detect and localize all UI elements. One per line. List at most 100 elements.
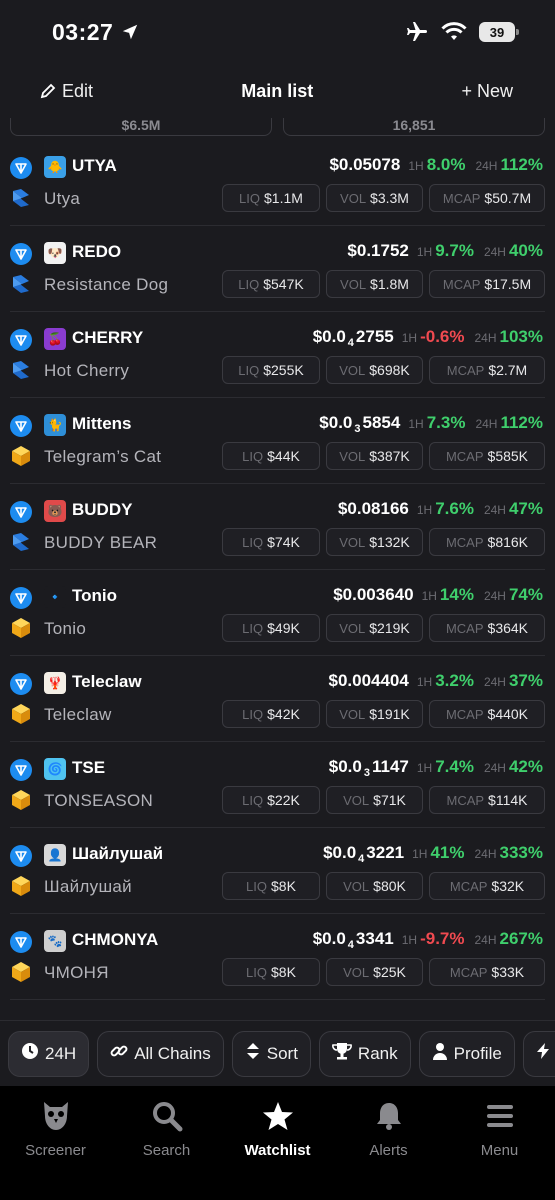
bolt-icon (536, 1042, 550, 1065)
battery-level: 39 (489, 24, 505, 40)
change-1h: 14% (439, 585, 474, 604)
token-logo-icon: 🐾 (44, 930, 66, 952)
volume-value: $25K (373, 964, 406, 980)
token-symbol: Tonio (72, 586, 117, 605)
volume-label: VOL (339, 620, 366, 636)
volume-pill: VOL $191K (326, 700, 423, 728)
token-price-change: $0.003640 1H 14% 24H 74% (333, 585, 543, 605)
liquidity-pill: LIQ $1.1M (222, 184, 320, 212)
volume-pill: VOL $1.8M (326, 270, 423, 298)
price-main: $0.0 (328, 757, 362, 776)
nav-alerts[interactable]: Alerts (333, 1100, 444, 1200)
liquidity-value: $42K (267, 706, 300, 722)
swap-dex-icon (10, 531, 32, 553)
liquidity-label: LIQ (246, 964, 268, 980)
volume-pill: VOL $3.3M (326, 184, 423, 212)
h24-label: 24H (475, 417, 498, 431)
price-digits: 1147 (371, 757, 409, 776)
edit-button[interactable]: Edit (40, 81, 93, 102)
filter-link-button[interactable]: All Chains (97, 1030, 224, 1077)
token-row[interactable]: 🌀 TSE TONSEASON $0.0 3 1147 1H 7.4% 24H 42% LIQ $22… (10, 742, 545, 828)
market-cap-value: $33K (491, 964, 525, 980)
nav-menu[interactable]: Menu (444, 1100, 555, 1200)
liquidity-label: LIQ (242, 448, 264, 464)
liquidity-value: $8K (271, 878, 296, 894)
market-cap-value: $2.7M (488, 362, 528, 378)
nav-label: Screener (25, 1142, 86, 1159)
change-1h: 7.6% (435, 499, 474, 518)
airplane-mode-icon (407, 22, 427, 41)
market-cap-label: MCAP (449, 878, 488, 894)
volume-label: VOL (339, 534, 366, 550)
liquidity-pill: LIQ $44K (222, 442, 320, 470)
liquidity-value: $74K (267, 534, 300, 550)
filter-bolt-button[interactable]: Bo (522, 1030, 555, 1077)
price-main: $0.004404 (328, 671, 409, 690)
location-arrow-icon (123, 24, 138, 40)
volume-pill: VOL $71K (326, 786, 423, 814)
ton-chain-icon (10, 759, 32, 781)
filter-label: 24H (45, 1043, 77, 1063)
liquidity-pill: LIQ $74K (222, 528, 320, 556)
ton-chain-icon (10, 243, 32, 265)
swap-dex-icon (10, 359, 32, 381)
token-symbol: TSE (72, 758, 106, 777)
token-symbol: Шайлушай (72, 844, 164, 863)
price-main: $0.05078 (329, 155, 401, 174)
market-cap-pill: MCAP $33K (429, 958, 545, 986)
token-price: $0.0 3 5854 (319, 413, 400, 435)
market-cap-value: $364K (487, 620, 529, 636)
change-24h: 112% (500, 413, 543, 432)
token-row[interactable]: 🐈 Mittens Telegram’s Cat $0.0 3 5854 1H 7.3% 24H… (10, 398, 545, 484)
token-logo-icon: 🌀 (44, 758, 66, 780)
token-row[interactable]: 🐾 CHMONYA ЧМОНЯ $0.0 4 3341 1H -9.7% 24H 267% LIQ $… (10, 914, 545, 1000)
liquidity-value: $255K (263, 362, 304, 378)
token-logo-icon: 🔹 (44, 586, 66, 608)
token-logo-icon: 🐈 (44, 414, 66, 436)
wifi-icon (441, 22, 467, 40)
filter-sort-button[interactable]: Sort (231, 1030, 311, 1077)
token-row[interactable]: 🐶 REDO Resistance Dog $0.1752 1H 9.7% 24H 40% LI… (10, 226, 545, 312)
nav-label: Alerts (369, 1142, 408, 1159)
token-price-change: $0.1752 1H 9.7% 24H 40% (347, 241, 543, 261)
change-24h: 112% (500, 155, 543, 174)
filter-trophy-button[interactable]: Rank (318, 1030, 411, 1077)
liquidity-label: LIQ (238, 276, 260, 292)
nav-screener[interactable]: Screener (0, 1100, 111, 1200)
nav-label: Menu (480, 1142, 519, 1159)
token-logo-icon: 🍒 (44, 328, 66, 350)
volume-label: VOL (339, 362, 366, 378)
nav-search[interactable]: Search (111, 1100, 222, 1200)
token-row[interactable]: 🐥 UTYA Utya $0.05078 1H 8.0% 24H 112% LIQ $1.1M VO… (10, 140, 545, 226)
nav-watchlist[interactable]: Watchlist (222, 1100, 333, 1200)
stat-box-left: $6.5M (10, 118, 272, 136)
token-row[interactable]: 🦞 Teleclaw Teleclaw $0.004404 1H 3.2% 24H 37% LI… (10, 656, 545, 742)
token-logo-icon: 🐥 (44, 156, 66, 178)
token-row[interactable]: 🔹 Tonio Tonio $0.003640 1H 14% 24H 74% LIQ $49K VO… (10, 570, 545, 656)
h1-label: 1H (412, 847, 428, 861)
token-row[interactable]: 🍒 CHERRY Hot Cherry $0.0 4 2755 1H -0.6% 24H 103%… (10, 312, 545, 398)
price-zero-count: 4 (347, 337, 354, 349)
price-main: $0.0 (312, 929, 346, 948)
token-logo-icon: 🐶 (44, 242, 66, 264)
change-1h: -9.7% (420, 929, 465, 948)
price-main: $0.003640 (333, 585, 414, 604)
price-zero-count: 4 (358, 853, 365, 865)
change-24h: 42% (508, 757, 543, 776)
filter-clock-button[interactable]: 24H (8, 1030, 90, 1077)
new-list-button[interactable]: + New (461, 81, 513, 102)
filter-user-button[interactable]: Profile (418, 1030, 515, 1077)
change-24h: 333% (499, 843, 543, 862)
liquidity-value: $547K (263, 276, 304, 292)
token-row[interactable]: 👤 Шайлушай Шайлушай $0.0 4 3221 1H 41% 24H 333% LI… (10, 828, 545, 914)
price-digits: 5854 (362, 413, 401, 432)
token-name: Teleclaw (44, 705, 112, 724)
token-row[interactable]: 🐻 BUDDY BUDDY BEAR $0.08166 1H 7.6% 24H 47% LIQ $… (10, 484, 545, 570)
change-1h: 7.4% (435, 757, 474, 776)
token-stats: LIQ $49K VOL $219K MCAP $364K (222, 614, 545, 642)
market-cap-pill: MCAP $816K (429, 528, 545, 556)
price-zero-count: 3 (354, 423, 361, 435)
change-24h: 267% (499, 929, 543, 948)
price-main: $0.1752 (347, 241, 409, 260)
token-stats: LIQ $8K VOL $80K MCAP $32K (222, 872, 545, 900)
